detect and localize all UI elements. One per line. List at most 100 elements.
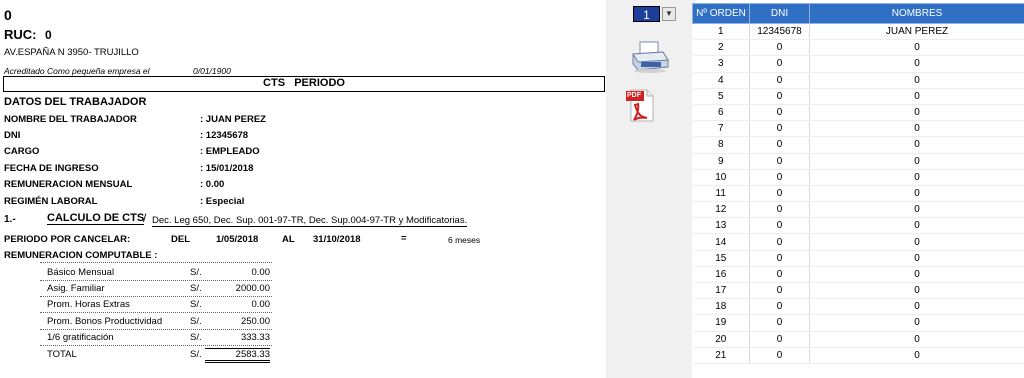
table-row[interactable]: 300 bbox=[692, 55, 1024, 73]
cell-order[interactable]: 15 bbox=[692, 250, 750, 267]
cell-dni[interactable]: 0 bbox=[749, 282, 810, 300]
cell-dni[interactable]: 0 bbox=[749, 250, 810, 267]
cell-order[interactable]: 21 bbox=[692, 347, 750, 364]
cell-dni[interactable]: 0 bbox=[749, 55, 810, 73]
cell-name[interactable]: 0 bbox=[809, 266, 1024, 284]
cell-dni[interactable]: 0 bbox=[749, 266, 810, 284]
cell-order[interactable]: 2 bbox=[692, 39, 750, 57]
table-row[interactable]: 1 12345678 JUAN PEREZ bbox=[692, 23, 1024, 41]
table-row[interactable]: 17 0 0 bbox=[692, 282, 1024, 300]
table-row[interactable]: 400 bbox=[692, 72, 1024, 89]
cell-name[interactable]: 0 bbox=[809, 185, 1024, 203]
cell-name[interactable]: 0 bbox=[809, 314, 1024, 332]
cell-order[interactable]: 7 bbox=[692, 120, 750, 138]
table-row[interactable]: 500 bbox=[692, 88, 1024, 105]
table-row[interactable]: 10 0 0 bbox=[692, 169, 1024, 186]
cell-order[interactable]: 12 bbox=[692, 201, 750, 219]
column-header-names[interactable]: NOMBRES bbox=[809, 3, 1024, 24]
ruc-value: 0 bbox=[45, 28, 52, 42]
cell-order[interactable]: 3 bbox=[692, 55, 750, 73]
cell-dni[interactable]: 0 bbox=[749, 233, 810, 251]
table-row[interactable]: 600 bbox=[692, 104, 1024, 122]
cell-name[interactable]: 0 bbox=[809, 120, 1024, 138]
cell-order[interactable]: 10 bbox=[692, 169, 750, 186]
table-row[interactable]: 200 bbox=[692, 39, 1024, 57]
cell-dni[interactable]: 12345678 bbox=[749, 23, 810, 41]
worker-field-value: : EMPLEADO bbox=[200, 146, 260, 157]
cell-order[interactable]: 5 bbox=[692, 88, 750, 105]
chevron-down-icon[interactable]: ▼ bbox=[662, 7, 676, 21]
cell-name[interactable]: 0 bbox=[809, 72, 1024, 89]
cell-order[interactable]: 14 bbox=[692, 233, 750, 251]
cell-name[interactable]: 0 bbox=[809, 153, 1024, 170]
workers-table: Nº ORDEN DNI NOMBRES 1 12345678 JUAN PEREZ… bbox=[692, 3, 1024, 364]
cell-order[interactable]: 9 bbox=[692, 153, 750, 170]
cell-name[interactable]: 0 bbox=[809, 201, 1024, 219]
cell-dni[interactable]: 0 bbox=[749, 72, 810, 89]
cell-dni[interactable]: 0 bbox=[749, 217, 810, 235]
cell-name[interactable]: 0 bbox=[809, 136, 1024, 154]
table-row[interactable]: 14 0 0 bbox=[692, 233, 1024, 251]
cell-dni[interactable]: 0 bbox=[749, 104, 810, 122]
pdf-icon[interactable]: PDF bbox=[625, 87, 657, 123]
table-row[interactable]: 11 0 0 bbox=[692, 185, 1024, 203]
cell-order[interactable]: 19 bbox=[692, 314, 750, 332]
cell-dni[interactable]: 0 bbox=[749, 314, 810, 332]
cell-dni[interactable]: 0 bbox=[749, 185, 810, 203]
table-row[interactable]: 13 0 0 bbox=[692, 217, 1024, 235]
cell-dni[interactable]: 0 bbox=[749, 201, 810, 219]
cell-name[interactable]: 0 bbox=[809, 169, 1024, 186]
table-row[interactable]: 16 0 0 bbox=[692, 266, 1024, 284]
cell-name[interactable]: 0 bbox=[809, 347, 1024, 364]
printer-icon[interactable] bbox=[630, 40, 670, 74]
table-row[interactable]: 19 0 0 bbox=[692, 314, 1024, 332]
cell-dni[interactable]: 0 bbox=[749, 120, 810, 138]
cell-order[interactable]: 16 bbox=[692, 266, 750, 284]
cell-order[interactable]: 18 bbox=[692, 298, 750, 316]
remuneration-item-amount: 333.33 bbox=[240, 332, 270, 343]
table-row[interactable]: 700 bbox=[692, 120, 1024, 138]
cell-name[interactable]: 0 bbox=[809, 39, 1024, 57]
cell-name[interactable]: 0 bbox=[809, 88, 1024, 105]
column-header-order[interactable]: Nº ORDEN bbox=[692, 3, 750, 24]
cell-name[interactable]: 0 bbox=[809, 250, 1024, 267]
cell-dni[interactable]: 0 bbox=[749, 39, 810, 57]
cell-order[interactable]: 1 bbox=[692, 23, 750, 41]
cell-order[interactable]: 20 bbox=[692, 331, 750, 348]
table-row[interactable]: 900 bbox=[692, 153, 1024, 170]
cell-name[interactable]: 0 bbox=[809, 298, 1024, 316]
column-header-dni[interactable]: DNI bbox=[749, 3, 810, 24]
cell-order[interactable]: 17 bbox=[692, 282, 750, 300]
total-currency: S/. bbox=[190, 349, 202, 360]
cell-dni[interactable]: 0 bbox=[749, 153, 810, 170]
cell-name[interactable]: 0 bbox=[809, 282, 1024, 300]
table-row[interactable]: 12 0 0 bbox=[692, 201, 1024, 219]
table-row[interactable]: 800 bbox=[692, 136, 1024, 154]
cell-name[interactable]: 0 bbox=[809, 55, 1024, 73]
cell-dni[interactable]: 0 bbox=[749, 347, 810, 364]
table-row[interactable]: 15 0 0 bbox=[692, 250, 1024, 267]
table-row[interactable]: 20 0 0 bbox=[692, 331, 1024, 348]
cell-order[interactable]: 6 bbox=[692, 104, 750, 122]
cell-order[interactable]: 13 bbox=[692, 217, 750, 235]
cell-dni[interactable]: 0 bbox=[749, 298, 810, 316]
cell-name[interactable]: 0 bbox=[809, 217, 1024, 235]
cell-name[interactable]: JUAN PEREZ bbox=[809, 23, 1024, 41]
cell-dni[interactable]: 0 bbox=[749, 88, 810, 105]
cell-order[interactable]: 8 bbox=[692, 136, 750, 154]
cell-dni[interactable]: 0 bbox=[749, 169, 810, 186]
cell-dni[interactable]: 0 bbox=[749, 136, 810, 154]
cell-name[interactable]: 0 bbox=[809, 104, 1024, 122]
cell-name[interactable]: 0 bbox=[809, 331, 1024, 348]
company-address: AV.ESPAÑA N 3950- TRUJILLO bbox=[4, 47, 139, 58]
worker-field-value: : 0.00 bbox=[200, 179, 225, 190]
record-selector[interactable]: 1 ▼ bbox=[633, 6, 677, 22]
table-row[interactable]: 21 0 0 bbox=[692, 347, 1024, 364]
cell-order[interactable]: 11 bbox=[692, 185, 750, 203]
cell-name[interactable]: 0 bbox=[809, 233, 1024, 251]
cell-dni[interactable]: 0 bbox=[749, 331, 810, 348]
calc-number: 1.- bbox=[4, 214, 16, 225]
ruc-label: RUC: bbox=[4, 27, 37, 42]
table-row[interactable]: 18 0 0 bbox=[692, 298, 1024, 316]
cell-order[interactable]: 4 bbox=[692, 72, 750, 89]
